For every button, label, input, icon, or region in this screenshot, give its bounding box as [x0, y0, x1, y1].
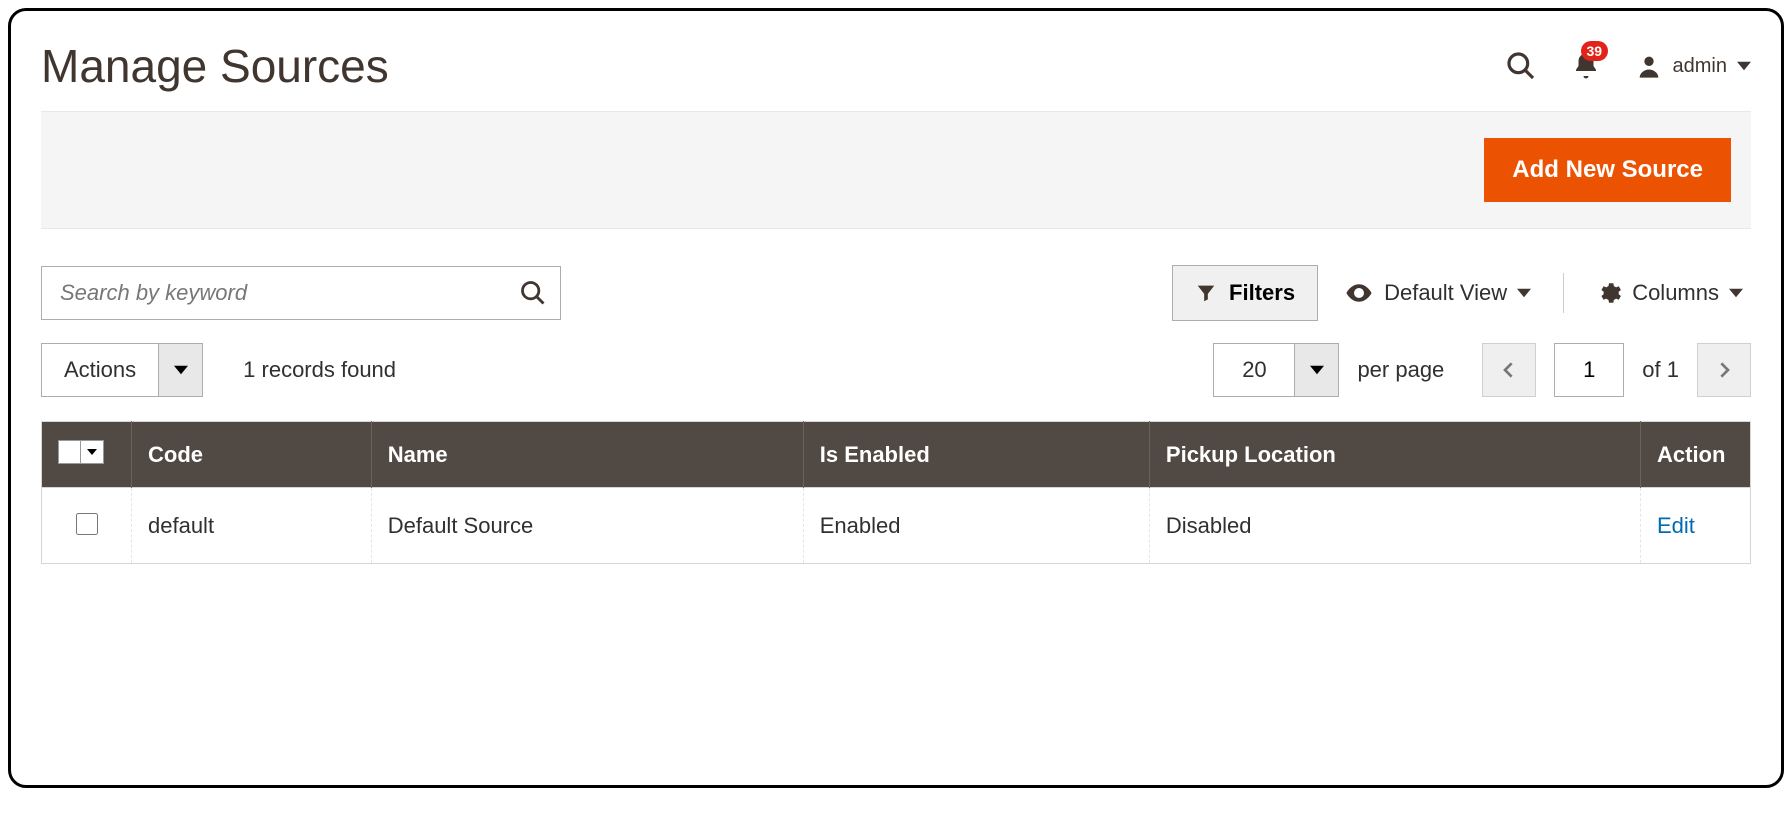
grid-view-tools: Filters Default View Columns: [1172, 265, 1751, 321]
total-pages-label: of 1: [1642, 357, 1679, 383]
search-icon: [519, 279, 547, 307]
cell-code: default: [132, 488, 372, 564]
grid-toolbar-left: Actions 1 records found: [41, 343, 396, 397]
next-page-button[interactable]: [1697, 343, 1751, 397]
cell-is-enabled: Enabled: [803, 488, 1149, 564]
gear-icon: [1596, 280, 1622, 306]
chevron-left-icon: [1501, 362, 1517, 378]
keyword-search-submit[interactable]: [519, 279, 547, 307]
user-icon: [1635, 52, 1663, 80]
chevron-down-icon: [174, 363, 188, 377]
columns-dropdown[interactable]: Columns: [1588, 280, 1751, 306]
filters-label: Filters: [1229, 280, 1295, 306]
funnel-icon: [1195, 282, 1217, 304]
column-header-select: [42, 422, 132, 488]
column-header-action: Action: [1641, 422, 1751, 488]
mass-actions-caret: [158, 344, 202, 396]
current-page-input[interactable]: [1554, 343, 1624, 397]
keyword-search: [41, 266, 561, 320]
column-header-code[interactable]: Code: [132, 422, 372, 488]
keyword-search-input[interactable]: [41, 266, 561, 320]
page-size-selector[interactable]: 20: [1213, 343, 1339, 397]
admin-account-dropdown[interactable]: admin: [1635, 52, 1751, 80]
add-new-source-button[interactable]: Add New Source: [1484, 138, 1731, 202]
column-header-name[interactable]: Name: [371, 422, 803, 488]
admin-username-label: admin: [1673, 55, 1727, 78]
row-select-checkbox[interactable]: [76, 513, 98, 535]
per-page-label: per page: [1357, 357, 1444, 383]
grid-toolbar-right: 20 per page of 1: [1213, 343, 1751, 397]
records-found-label: 1 records found: [243, 357, 396, 383]
header-tools: 39 admin: [1505, 50, 1751, 82]
prev-page-button[interactable]: [1482, 343, 1536, 397]
page-size-caret: [1294, 344, 1338, 396]
cell-name: Default Source: [371, 488, 803, 564]
notifications-button[interactable]: 39: [1571, 51, 1601, 81]
notifications-count-badge: 39: [1581, 41, 1609, 61]
chevron-down-icon: [87, 447, 97, 457]
mass-actions-dropdown[interactable]: Actions: [41, 343, 203, 397]
grid-toolbar-top: Filters Default View Columns: [41, 265, 1751, 321]
select-all-toggle[interactable]: [58, 440, 104, 464]
column-header-is-enabled[interactable]: Is Enabled: [803, 422, 1149, 488]
filters-button[interactable]: Filters: [1172, 265, 1318, 321]
page-header: Manage Sources 39 admin: [41, 39, 1751, 93]
cell-pickup-location: Disabled: [1149, 488, 1640, 564]
table-row: default Default Source Enabled Disabled …: [42, 488, 1751, 564]
chevron-down-icon: [1737, 59, 1751, 73]
chevron-down-icon: [1729, 286, 1743, 300]
row-select-cell: [42, 488, 132, 564]
edit-link[interactable]: Edit: [1657, 513, 1695, 538]
mass-actions-label: Actions: [42, 344, 158, 396]
page-size-value: 20: [1214, 344, 1294, 396]
columns-label: Columns: [1632, 280, 1719, 306]
chevron-right-icon: [1716, 362, 1732, 378]
action-bar: Add New Source: [41, 111, 1751, 229]
separator: [1563, 273, 1564, 313]
view-label: Default View: [1384, 280, 1507, 306]
chevron-down-icon: [1517, 286, 1531, 300]
grid-toolbar-bottom: Actions 1 records found 20 per page of 1: [41, 343, 1751, 397]
global-search-button[interactable]: [1505, 50, 1537, 82]
eye-icon: [1344, 278, 1374, 308]
chevron-down-icon: [1310, 363, 1324, 377]
page-title: Manage Sources: [41, 39, 389, 93]
view-dropdown[interactable]: Default View: [1336, 278, 1539, 308]
sources-grid: Code Name Is Enabled Pickup Location Act…: [41, 421, 1751, 564]
cell-action: Edit: [1641, 488, 1751, 564]
column-header-pickup-location[interactable]: Pickup Location: [1149, 422, 1640, 488]
